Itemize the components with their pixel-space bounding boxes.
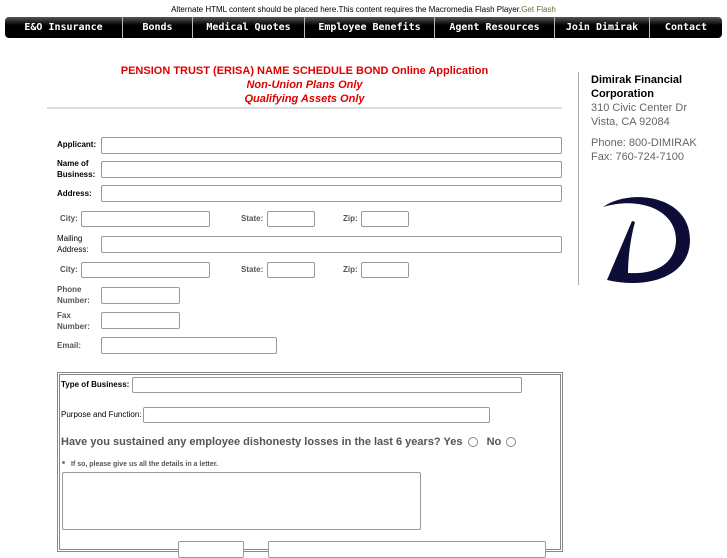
- phone-number-label: Number:: [57, 296, 90, 305]
- page-title: PENSION TRUST (ERISA) NAME SCHEDULE BOND…: [120, 65, 489, 77]
- no-radio[interactable]: [506, 437, 517, 448]
- phone-input[interactable]: [101, 287, 180, 304]
- phone-text: Phone: 800-DIMIRAK: [591, 137, 697, 149]
- city-label: City:: [60, 214, 78, 223]
- applicant-input[interactable]: [101, 137, 562, 154]
- mailing-address-label: Address:: [57, 245, 89, 254]
- nav-medical-quotes[interactable]: Medical Quotes: [193, 17, 305, 38]
- yes-radio[interactable]: [467, 437, 478, 448]
- losses-question-text: Have you sustained any employee dishones…: [61, 436, 441, 448]
- divider: [47, 107, 562, 109]
- fax-number-label: Number:: [57, 322, 90, 331]
- yes-label: Yes: [443, 436, 463, 448]
- subtitle-non-union: Non-Union Plans Only: [246, 79, 363, 91]
- business-name-input[interactable]: [101, 161, 562, 178]
- nav-eo-insurance[interactable]: E&O Insurance: [5, 17, 123, 38]
- mailing-state-input[interactable]: [267, 262, 315, 278]
- type-of-business-label: Type of Business:: [61, 380, 130, 389]
- phone-label: Phone: [57, 285, 82, 294]
- fax-input[interactable]: [101, 312, 180, 329]
- mailing-label: Mailing: [57, 234, 83, 243]
- zip-label: Zip:: [343, 214, 358, 223]
- mailing-zip-label: Zip:: [343, 265, 358, 274]
- address-label: Address:: [57, 189, 92, 198]
- purpose-label: Purpose and Function:: [61, 410, 142, 419]
- name-of-label: Name of: [57, 159, 89, 168]
- mailing-city-input[interactable]: [81, 262, 210, 278]
- state-input[interactable]: [267, 211, 315, 227]
- sidebar-divider: [578, 72, 579, 285]
- nav-join-dimirak[interactable]: Join Dimirak: [555, 17, 650, 38]
- nav-contact[interactable]: Contact: [650, 17, 722, 38]
- no-label: No: [486, 436, 502, 448]
- applicant-label: Applicant:: [57, 140, 97, 149]
- losses-question: Have you sustained any employee dishones…: [61, 436, 517, 448]
- nav-bonds[interactable]: Bonds: [123, 17, 193, 38]
- city-input[interactable]: [81, 211, 210, 227]
- address-line-2: Vista, CA 92084: [591, 116, 670, 128]
- email-label: Email:: [57, 341, 82, 350]
- fax-text: Fax: 760-724-7100: [591, 151, 684, 163]
- business-label: Business:: [57, 170, 96, 179]
- zip-input[interactable]: [361, 211, 409, 227]
- main-nav: E&O Insurance Bonds Medical Quotes Emplo…: [5, 17, 722, 38]
- select-dropdown-2[interactable]: [268, 541, 546, 558]
- address-input[interactable]: [101, 185, 562, 202]
- mailing-address-input[interactable]: [101, 236, 562, 253]
- fax-label: Fax: [57, 311, 71, 320]
- flash-notice-text: Alternate HTML content should be placed …: [171, 5, 522, 14]
- details-textarea[interactable]: [62, 472, 421, 530]
- mailing-city-label: City:: [60, 265, 78, 274]
- flash-notice: Alternate HTML content should be placed …: [0, 5, 727, 14]
- mailing-zip-input[interactable]: [361, 262, 409, 278]
- bullet-icon: [62, 461, 65, 464]
- company-name-2: Corporation: [591, 88, 654, 100]
- subtitle-qualifying: Qualifying Assets Only: [244, 93, 365, 105]
- details-note: If so, please give us all the details in…: [71, 461, 219, 468]
- nav-employee-benefits[interactable]: Employee Benefits: [305, 17, 435, 38]
- address-line-1: 310 Civic Center Dr: [591, 102, 687, 114]
- dimirak-logo-icon: [603, 197, 690, 284]
- get-flash-link[interactable]: Get Flash: [521, 5, 556, 14]
- purpose-input[interactable]: [143, 407, 490, 423]
- select-dropdown-1[interactable]: [178, 541, 244, 558]
- state-label: State:: [241, 214, 264, 223]
- mailing-state-label: State:: [241, 265, 264, 274]
- nav-agent-resources[interactable]: Agent Resources: [435, 17, 555, 38]
- type-of-business-input[interactable]: [132, 377, 522, 393]
- email-input[interactable]: [101, 337, 277, 354]
- company-name-1: Dimirak Financial: [591, 74, 683, 86]
